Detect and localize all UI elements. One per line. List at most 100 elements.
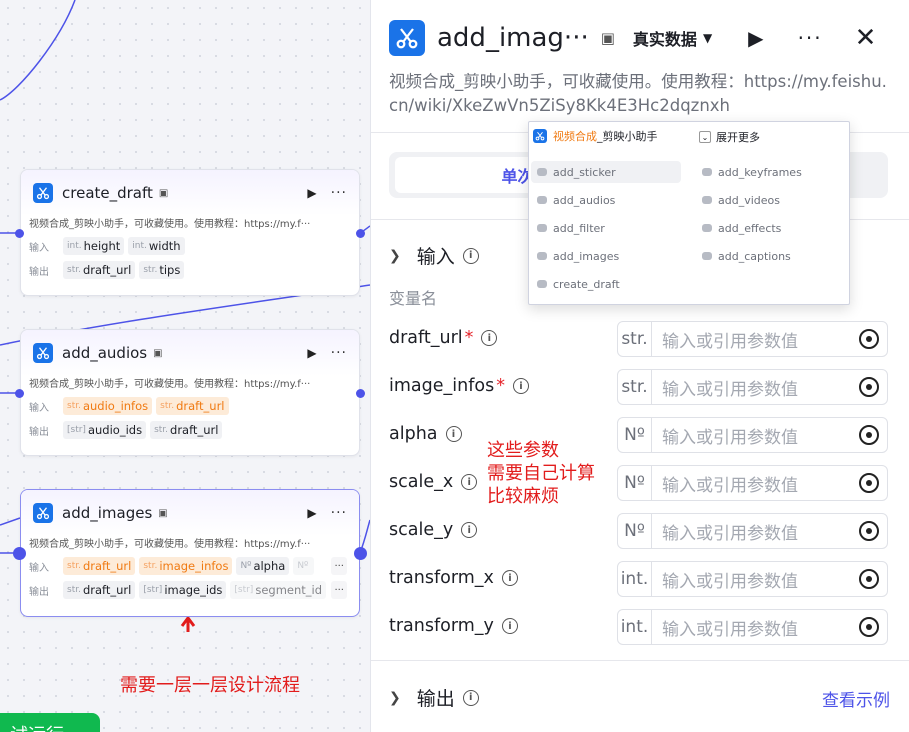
param-input-field[interactable]: 输入或引用参数值	[652, 327, 859, 352]
param-input-field[interactable]: 输入或引用参数值	[652, 567, 859, 592]
type-badge: int.	[618, 562, 652, 596]
input-port[interactable]	[15, 229, 24, 238]
tool-item-add-keyframes[interactable]: add_keyframes	[696, 161, 846, 183]
info-icon[interactable]: i	[462, 247, 479, 264]
tool-icon	[702, 196, 712, 204]
reference-variable-icon[interactable]	[859, 425, 879, 445]
type-badge: Nº	[618, 418, 652, 452]
required-mark: *	[496, 376, 505, 396]
node-description: 视频合成_剪映小助手，可收藏使用。使用教程：https://my.f···	[29, 379, 311, 390]
reference-variable-icon[interactable]	[859, 329, 879, 349]
input-tag: str. image_infos	[139, 557, 233, 575]
param-input-field[interactable]: 输入或引用参数值	[652, 423, 859, 448]
type-badge: str.	[618, 370, 652, 404]
output-section-header[interactable]: ❯ 输出 i	[389, 684, 479, 711]
run-node-button[interactable]: ▶	[307, 346, 316, 360]
data-mode-select[interactable]: 真实数据	[633, 26, 697, 50]
node-description: 视频合成_剪映小助手，可收藏使用。使用教程：https://my.f···	[29, 219, 311, 230]
test-run-button[interactable]: 试运行	[0, 713, 100, 732]
param-input-field[interactable]: 输入或引用参数值	[652, 375, 859, 400]
node-more-button[interactable]: ···	[331, 505, 347, 521]
panel-title: add_imag···	[437, 23, 589, 53]
output-port[interactable]	[354, 547, 367, 560]
info-icon[interactable]: i	[461, 474, 478, 490]
tool-icon	[702, 224, 712, 232]
param-label: alpha i	[389, 424, 462, 444]
output-port[interactable]	[356, 229, 365, 238]
type-badge: Nº	[618, 514, 652, 548]
input-section-header[interactable]: ❯ 输入 i	[389, 242, 479, 269]
expand-more-button[interactable]: ⌄ 展开更多	[699, 129, 760, 145]
outputs-label: 输出	[29, 266, 49, 278]
expand-outputs-button[interactable]: ···	[331, 581, 347, 599]
node-more-button[interactable]: ···	[331, 345, 347, 361]
tool-item-create-draft[interactable]: create_draft	[531, 273, 681, 295]
workflow-canvas[interactable]: create_draft ▣ ▶ ··· 视频合成_剪映小助手，可收藏使用。使用…	[0, 0, 370, 732]
param-value-input[interactable]: int. 输入或引用参数值	[617, 609, 888, 645]
caret-down-icon[interactable]: ▼	[703, 31, 712, 45]
param-input-field[interactable]: 输入或引用参数值	[652, 519, 859, 544]
chevron-down-icon[interactable]: ❯	[389, 248, 401, 264]
tool-item-add-filter[interactable]: add_filter	[531, 217, 681, 239]
input-port[interactable]	[13, 547, 26, 560]
node-title: add_images	[62, 504, 153, 522]
plugin-badge-icon: ▣	[158, 507, 168, 519]
reference-variable-icon[interactable]	[859, 377, 879, 397]
info-icon[interactable]: i	[501, 570, 518, 586]
view-example-link[interactable]: 查看示例	[822, 686, 890, 711]
chevron-down-icon[interactable]: ❯	[389, 690, 401, 706]
param-value-input[interactable]: Nº 输入或引用参数值	[617, 465, 888, 501]
reference-variable-icon[interactable]	[859, 617, 879, 637]
input-tag: Nº alpha	[236, 557, 290, 575]
info-icon[interactable]: i	[445, 426, 462, 442]
reference-variable-icon[interactable]	[859, 569, 879, 589]
inputs-label: 输入	[29, 402, 49, 414]
run-node-button[interactable]: ▶	[307, 186, 316, 200]
info-icon[interactable]: i	[501, 618, 518, 634]
node-create-draft[interactable]: create_draft ▣ ▶ ··· 视频合成_剪映小助手，可收藏使用。使用…	[20, 169, 360, 296]
reference-variable-icon[interactable]	[859, 521, 879, 541]
info-icon[interactable]: i	[461, 522, 478, 538]
node-outputs-row: 输出 str. draft_url str. tips	[21, 258, 359, 282]
output-port[interactable]	[356, 389, 365, 398]
node-more-button[interactable]: ···	[331, 185, 347, 201]
info-icon[interactable]: i	[512, 378, 529, 394]
param-value-input[interactable]: str. 输入或引用参数值	[617, 321, 888, 357]
param-input-field[interactable]: 输入或引用参数值	[652, 615, 859, 640]
expand-inputs-button[interactable]: ···	[331, 557, 347, 575]
input-port[interactable]	[15, 389, 24, 398]
tool-item-add-effects[interactable]: add_effects	[696, 217, 846, 239]
tool-icon	[537, 252, 547, 260]
info-icon[interactable]: i	[481, 330, 498, 346]
param-label: transform_x i	[389, 568, 518, 588]
required-mark: *	[464, 328, 474, 348]
param-input-field[interactable]: 输入或引用参数值	[652, 471, 859, 496]
param-value-input[interactable]: int. 输入或引用参数值	[617, 561, 888, 597]
tool-icon	[702, 168, 712, 176]
tool-item-add-sticker[interactable]: add_sticker	[531, 161, 681, 183]
more-button[interactable]: ···	[798, 26, 823, 50]
tool-item-add-images[interactable]: add_images	[531, 245, 681, 267]
panel-description: 视频合成_剪映小助手，可收藏使用。使用教程：https://my.feishu.…	[389, 72, 887, 115]
section-title: 输入	[416, 246, 455, 268]
run-button[interactable]: ▶	[748, 26, 763, 50]
tool-item-add-audios[interactable]: add_audios	[531, 189, 681, 211]
run-node-button[interactable]: ▶	[307, 506, 316, 520]
type-badge: str.	[618, 322, 652, 356]
node-title: create_draft	[62, 184, 153, 202]
param-value-input[interactable]: str. 输入或引用参数值	[617, 369, 888, 405]
expand-label: 展开更多	[716, 131, 760, 144]
info-icon[interactable]: i	[462, 689, 479, 706]
param-value-input[interactable]: Nº 输入或引用参数值	[617, 513, 888, 549]
close-button[interactable]: ✕	[855, 25, 877, 51]
panel-header: add_imag··· ▣ 真实数据 ▼ ▶ ··· ✕	[389, 18, 891, 58]
param-label: transform_y i	[389, 616, 518, 636]
reference-variable-icon[interactable]	[859, 473, 879, 493]
tool-item-add-captions[interactable]: add_captions	[696, 245, 846, 267]
node-add-audios[interactable]: add_audios ▣ ▶ ··· 视频合成_剪映小助手，可收藏使用。使用教程…	[20, 329, 360, 456]
tool-item-add-videos[interactable]: add_videos	[696, 189, 846, 211]
tool-icon	[702, 252, 712, 260]
node-add-images[interactable]: add_images ▣ ▶ ··· 视频合成_剪映小助手，可收藏使用。使用教程…	[20, 489, 360, 617]
input-tag: str. draft_url	[156, 397, 229, 415]
param-value-input[interactable]: Nº 输入或引用参数值	[617, 417, 888, 453]
